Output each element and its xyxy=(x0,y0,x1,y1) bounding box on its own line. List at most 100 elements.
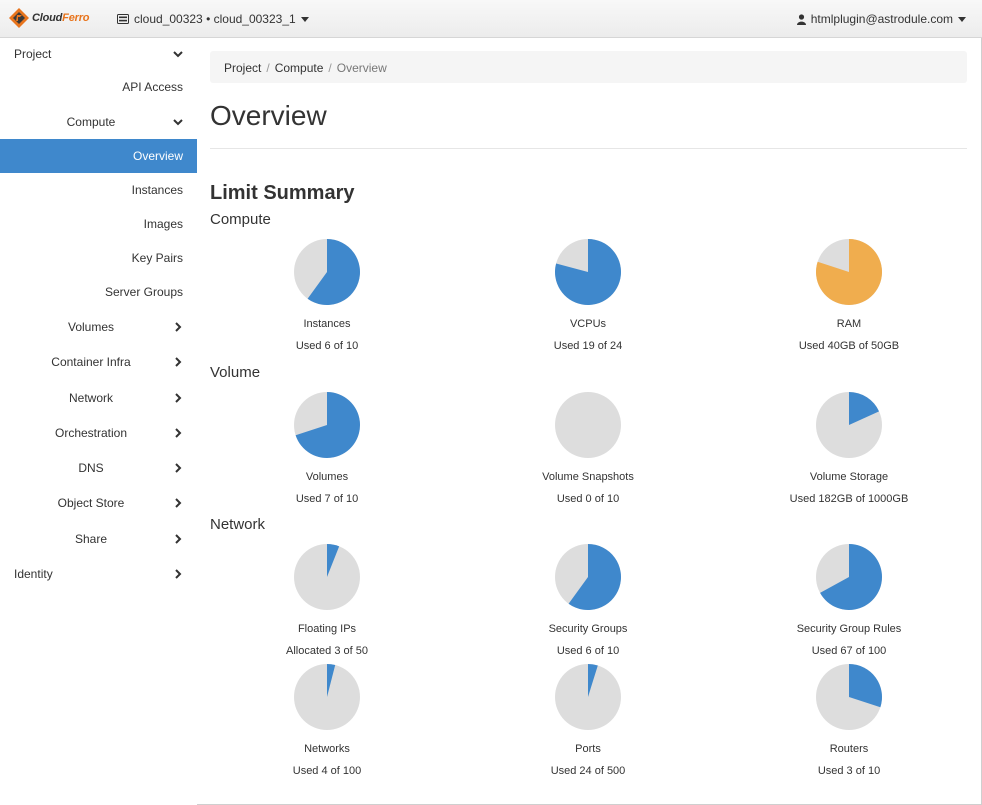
pie-label: Floating IPs xyxy=(297,623,357,635)
chevron-right-icon xyxy=(175,498,182,508)
pie-graphic xyxy=(816,664,882,730)
pie-graphic xyxy=(294,664,360,730)
breadcrumb-current: Overview xyxy=(336,61,387,75)
sidebar-item-dns[interactable]: DNS xyxy=(0,450,197,485)
pie-chart-volume-storage: Volume Storage Used 182GB of 1000GB xyxy=(739,391,959,505)
sidebar-item-project[interactable]: Project xyxy=(0,38,197,69)
project-switcher[interactable]: cloud_00323 • cloud_00323_1 xyxy=(117,12,309,26)
sidebar-item-instances[interactable]: Instances xyxy=(0,173,197,207)
top-navbar: CloudFerro cloud_00323 • cloud_00323_1 h… xyxy=(0,0,982,38)
sidebar-nav: Project API Access Compute Overview Instance… xyxy=(0,38,197,805)
pie-label: Volumes xyxy=(305,471,349,483)
breadcrumb-separator: / xyxy=(328,61,332,75)
pie-label: Security Group Rules xyxy=(796,623,902,635)
pie-free-slice xyxy=(555,392,621,458)
sidebar-item-key-pairs[interactable]: Key Pairs xyxy=(0,241,197,275)
section-title-volume: Volume xyxy=(210,364,261,381)
section-title-network: Network xyxy=(210,516,266,533)
pie-usage-text: Used 24 of 500 xyxy=(550,765,626,777)
pie-usage-text: Used 6 of 10 xyxy=(295,340,359,352)
breadcrumb-separator: / xyxy=(266,61,270,75)
sidebar-item-label: Volumes xyxy=(67,319,115,334)
sidebar-item-label: Object Store xyxy=(57,496,125,510)
sidebar-item-container-infra[interactable]: Container Infra xyxy=(0,344,197,380)
sidebar-item-label: Project xyxy=(14,46,52,61)
sidebar-item-compute[interactable]: Compute xyxy=(0,104,197,139)
project-label: cloud_00323 • cloud_00323_1 xyxy=(134,12,296,26)
pie-chart-vcpus: VCPUs Used 19 of 24 xyxy=(478,238,698,352)
user-menu[interactable]: htmlplugin@astrodule.com xyxy=(796,12,966,26)
pie-label: Networks xyxy=(304,743,350,755)
pie-usage-text: Used 182GB of 1000GB xyxy=(789,493,909,505)
sidebar-item-label: Orchestration xyxy=(54,425,128,440)
section-title-compute: Compute xyxy=(210,211,271,228)
pie-usage-text: Used 7 of 10 xyxy=(295,493,359,505)
server-icon xyxy=(117,14,129,24)
sidebar-item-label: Container Infra xyxy=(51,355,131,369)
brand-logo[interactable]: CloudFerro xyxy=(8,7,89,29)
pie-chart-routers: Routers Used 3 of 10 xyxy=(739,663,959,777)
sidebar-item-label: Overview xyxy=(132,149,183,163)
pie-label: Volume Snapshots xyxy=(542,471,634,483)
pie-chart-networks: Networks Used 4 of 100 xyxy=(217,663,437,777)
sidebar-item-images[interactable]: Images xyxy=(0,207,197,241)
chevron-right-icon xyxy=(175,427,182,438)
sidebar-item-identity[interactable]: Identity xyxy=(0,556,197,592)
pie-chart-instances: Instances Used 6 of 10 xyxy=(217,238,437,352)
pie-label: Security Groups xyxy=(548,623,628,635)
pie-chart-security-group-rules: Security Group Rules Used 67 of 100 xyxy=(739,543,959,657)
user-email: htmlplugin@astrodule.com xyxy=(810,12,953,26)
pie-graphic xyxy=(555,392,621,458)
sidebar-item-object-store[interactable]: Object Store xyxy=(0,485,197,521)
pie-chart-security-groups: Security Groups Used 6 of 10 xyxy=(478,543,698,657)
pie-label: VCPUs xyxy=(569,318,607,330)
breadcrumb-compute[interactable]: Compute xyxy=(275,61,324,75)
pie-graphic xyxy=(816,392,882,458)
chevron-right-icon xyxy=(175,357,182,367)
sidebar-item-label: Instances xyxy=(131,183,183,197)
chevron-down-icon xyxy=(173,118,183,125)
sidebar-item-share[interactable]: Share xyxy=(0,521,197,556)
pie-chart-ports: Ports Used 24 of 500 xyxy=(478,663,698,777)
pie-chart-floating-ips: Floating IPs Allocated 3 of 50 xyxy=(217,543,437,657)
pie-graphic xyxy=(294,544,360,610)
caret-down-icon xyxy=(958,16,966,22)
pie-graphic xyxy=(555,544,621,610)
sidebar-item-api-access[interactable]: API Access xyxy=(0,69,197,104)
breadcrumb-project[interactable]: Project xyxy=(224,61,261,75)
sidebar-item-label: Compute xyxy=(66,114,116,129)
pie-chart-volume-snapshots: Volume Snapshots Used 0 of 10 xyxy=(478,391,698,505)
pie-label: RAM xyxy=(836,318,862,330)
pie-chart-ram: RAM Used 40GB of 50GB xyxy=(739,238,959,352)
chevron-right-icon xyxy=(175,533,182,544)
pie-label: Volume Storage xyxy=(809,471,889,483)
pie-graphic xyxy=(294,239,360,305)
chevron-right-icon xyxy=(175,392,182,403)
pie-chart-volumes: Volumes Used 7 of 10 xyxy=(217,391,437,505)
page-title: Overview xyxy=(210,100,327,131)
pie-graphic xyxy=(555,664,621,730)
pie-label: Routers xyxy=(829,743,869,755)
pie-usage-text: Used 4 of 100 xyxy=(292,765,362,777)
sidebar-item-orchestration[interactable]: Orchestration xyxy=(0,415,197,450)
limit-summary-title: Limit Summary xyxy=(210,182,355,204)
pie-usage-text: Used 6 of 10 xyxy=(556,645,620,657)
cloudferro-logo-icon xyxy=(8,7,30,29)
sidebar-item-label: Network xyxy=(68,390,113,405)
sidebar-item-network[interactable]: Network xyxy=(0,380,197,415)
sidebar-item-overview[interactable]: Overview xyxy=(0,139,197,173)
sidebar-item-label: Identity xyxy=(14,567,53,581)
sidebar-item-label: Key Pairs xyxy=(131,251,183,265)
breadcrumb: Project / Compute / Overview xyxy=(210,51,967,83)
sidebar-item-label: Server Groups xyxy=(104,285,183,299)
sidebar-item-label: API Access xyxy=(122,79,183,94)
pie-usage-text: Used 19 of 24 xyxy=(553,340,623,352)
user-icon xyxy=(796,13,806,25)
sidebar-item-server-groups[interactable]: Server Groups xyxy=(0,275,197,309)
chevron-right-icon xyxy=(175,569,182,579)
pie-usage-text: Used 3 of 10 xyxy=(817,765,881,777)
sidebar-item-volumes[interactable]: Volumes xyxy=(0,309,197,344)
brand-name: CloudFerro xyxy=(32,12,90,24)
pie-usage-text: Used 0 of 10 xyxy=(556,493,620,505)
pie-usage-text: Allocated 3 of 50 xyxy=(286,645,368,657)
